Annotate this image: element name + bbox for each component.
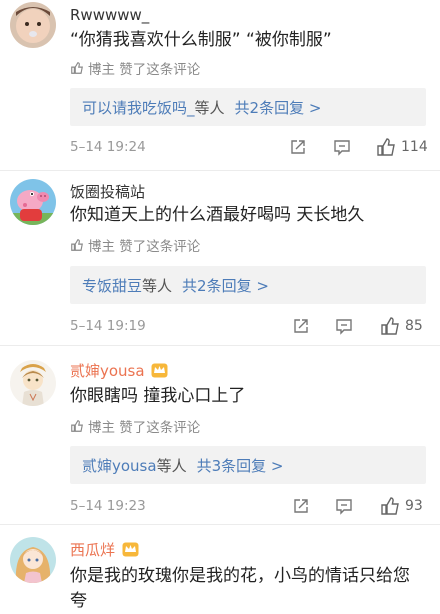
share-icon	[294, 319, 308, 333]
comment-text: 你是我的玫瑰你是我的花，小鸟的情话只给您夸	[70, 566, 410, 611]
reply-summary[interactable]: 贰婶yousa 等人 共3条回复 >	[70, 446, 426, 484]
thumb-up-icon	[71, 62, 83, 74]
comment-text: 你知道天上的什么酒最好喝吗 天长地久	[70, 205, 365, 225]
share-button[interactable]	[292, 497, 310, 515]
share-button[interactable]	[289, 138, 307, 156]
username-text: 西瓜烊	[70, 541, 116, 559]
username-text: 贰婶yousa	[70, 362, 145, 380]
timestamp: 5–14 19:23	[70, 498, 146, 514]
timestamp: 5–14 19:24	[70, 139, 146, 155]
comment-text: 你眼瞎吗 撞我心口上了	[70, 386, 246, 406]
anime-girl-avatar-image	[10, 537, 56, 583]
reply-count[interactable]: 共3条回复 >	[197, 455, 284, 476]
peppa-pig-avatar-image	[10, 179, 56, 225]
comment-button[interactable]	[333, 138, 351, 156]
vip-crown-icon	[122, 542, 139, 557]
thumb-up-icon	[71, 420, 83, 432]
comment-item: 贰婶yousa 你眼瞎吗 撞我心口上了 博主 赞了这条评论 贰婶yousa 等人…	[0, 346, 440, 521]
share-icon	[294, 499, 308, 513]
author-liked-note: 博主 赞了这条评论	[70, 416, 200, 436]
comment-username[interactable]: Rwwwww_	[70, 6, 149, 24]
like-count: 85	[405, 318, 423, 334]
comment-item: 饭圈投稿站 你知道天上的什么酒最好喝吗 天长地久 博主 赞了这条评论 专饭甜豆 …	[0, 171, 440, 341]
avatar[interactable]	[10, 179, 56, 225]
comment-username[interactable]: 贰婶yousa	[70, 360, 168, 381]
share-icon	[291, 140, 305, 154]
vip-crown-icon	[151, 363, 168, 378]
avatar[interactable]	[10, 360, 56, 406]
reply-count[interactable]: 共2条回复 >	[235, 97, 322, 118]
timestamp: 5–14 19:19	[70, 318, 146, 334]
reply-etc: 等人	[194, 98, 225, 117]
comment-text: “你猜我喜欢什么制服” “被你制服”	[70, 30, 332, 50]
comment-meta: 5–14 19:24 114	[70, 135, 430, 159]
comment-meta: 5–14 19:23 93	[70, 494, 430, 518]
liked-text: 博主 赞了这条评论	[88, 62, 201, 78]
comment-meta: 5–14 19:19 85	[70, 314, 430, 338]
thumb-up-icon	[71, 239, 83, 251]
baby-avatar-image	[10, 2, 56, 48]
author-liked-note: 博主 赞了这条评论	[70, 235, 200, 255]
comment-button[interactable]	[335, 317, 353, 335]
reply-user[interactable]: 可以请我吃饭吗_	[82, 97, 195, 118]
anime-avatar-image	[10, 360, 56, 406]
reply-user[interactable]: 专饭甜豆	[82, 275, 142, 296]
comment-icon	[334, 140, 350, 156]
like-button[interactable]: 93	[380, 496, 423, 516]
comment-item: 西瓜烊 你是我的玫瑰你是我的花，小鸟的情话只给您夸	[0, 525, 440, 614]
reply-etc: 等人	[142, 276, 173, 295]
comment-icon	[336, 319, 352, 335]
comment-username[interactable]: 饭圈投稿站	[70, 181, 145, 202]
like-count: 93	[405, 498, 423, 514]
comment-item: Rwwwww_ “你猜我喜欢什么制服” “被你制服” 博主 赞了这条评论 可以请…	[0, 0, 440, 170]
reply-etc: 等人	[156, 456, 187, 475]
reply-user[interactable]: 贰婶yousa	[82, 455, 157, 476]
like-button[interactable]: 114	[376, 137, 428, 157]
comment-icon	[336, 499, 352, 515]
liked-text: 博主 赞了这条评论	[88, 420, 201, 436]
thumb-up-icon	[381, 317, 399, 335]
author-liked-note: 博主 赞了这条评论	[70, 58, 200, 78]
reply-summary[interactable]: 专饭甜豆 等人 共2条回复 >	[70, 266, 426, 304]
avatar[interactable]	[10, 537, 56, 583]
comment-username[interactable]: 西瓜烊	[70, 539, 139, 560]
avatar[interactable]	[10, 2, 56, 48]
comment-button[interactable]	[335, 497, 353, 515]
thumb-up-icon	[377, 138, 395, 156]
share-button[interactable]	[292, 317, 310, 335]
like-count: 114	[401, 139, 428, 155]
reply-summary[interactable]: 可以请我吃饭吗_ 等人 共2条回复 >	[70, 88, 426, 126]
liked-text: 博主 赞了这条评论	[88, 239, 201, 255]
thumb-up-icon	[381, 497, 399, 515]
reply-count[interactable]: 共2条回复 >	[182, 275, 269, 296]
like-button[interactable]: 85	[380, 316, 423, 336]
